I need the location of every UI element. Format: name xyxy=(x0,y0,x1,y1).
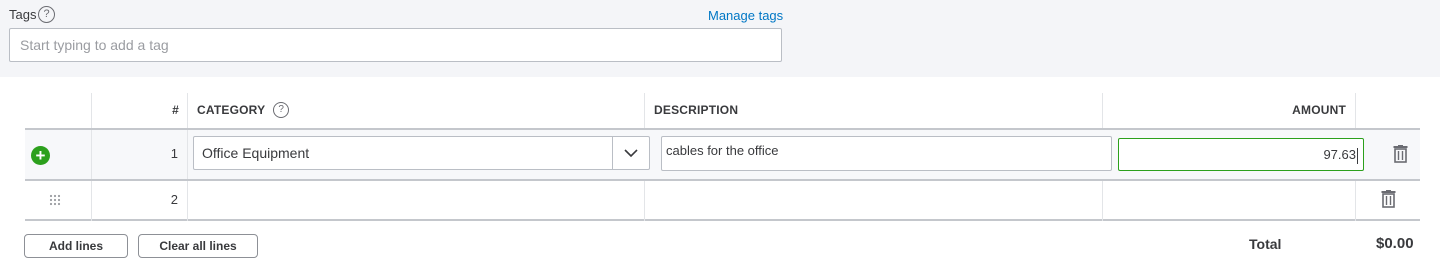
category-help-icon[interactable]: ? xyxy=(273,102,290,118)
text-caret xyxy=(1357,147,1358,164)
row-number: 1 xyxy=(170,146,178,161)
add-lines-button[interactable]: Add lines xyxy=(24,234,128,258)
column-header-number: # xyxy=(172,103,179,117)
clear-all-lines-button[interactable]: Clear all lines xyxy=(138,234,258,258)
table-row[interactable] xyxy=(25,181,1420,221)
column-header-category-label: CATEGORY xyxy=(197,103,266,117)
manage-tags-link[interactable]: Manage tags xyxy=(708,8,783,23)
column-header-amount: AMOUNT xyxy=(1292,103,1346,117)
category-select[interactable]: Office Equipment xyxy=(193,136,650,170)
column-header-category: CATEGORY ? xyxy=(197,93,290,127)
trash-icon[interactable] xyxy=(1393,145,1408,168)
total-label: Total xyxy=(1249,236,1282,252)
tags-help-icon[interactable]: ? xyxy=(38,6,55,23)
amount-input[interactable]: 97.63 xyxy=(1118,138,1364,171)
trash-icon[interactable] xyxy=(1381,190,1396,213)
description-input[interactable]: cables for the office xyxy=(661,136,1112,171)
tags-label: Tags xyxy=(9,7,37,22)
category-select-value: Office Equipment xyxy=(202,145,310,161)
row-number: 2 xyxy=(170,192,178,207)
total-value: $0.00 xyxy=(1376,235,1414,252)
amount-value: 97.63 xyxy=(1323,147,1356,162)
chevron-down-icon[interactable] xyxy=(612,137,649,169)
tags-input[interactable] xyxy=(9,28,782,62)
column-header-description: DESCRIPTION xyxy=(654,103,739,117)
add-row-icon[interactable]: + xyxy=(31,146,50,165)
drag-handle-icon[interactable] xyxy=(49,193,61,211)
